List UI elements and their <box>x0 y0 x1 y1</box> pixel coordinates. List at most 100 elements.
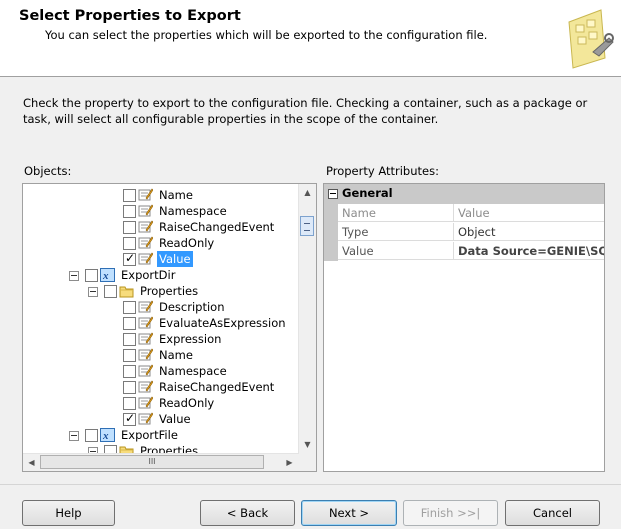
export-wizard-icon <box>568 9 614 69</box>
tree-item-label: Expression <box>159 332 222 346</box>
tree-item-checkbox[interactable]: ✓ <box>123 251 136 266</box>
tree-item-checkbox[interactable] <box>123 189 136 202</box>
tree-item-checkbox[interactable] <box>85 429 98 442</box>
property-row[interactable]: Type Object <box>324 223 604 242</box>
page-subtitle: You can select the properties which will… <box>45 28 488 42</box>
property-icon <box>138 188 154 202</box>
tree-item-checkbox[interactable] <box>123 333 136 346</box>
tree-item-label: Namespace <box>159 364 227 378</box>
property-icon <box>138 252 154 266</box>
scroll-thumb[interactable] <box>300 216 314 236</box>
tree-item[interactable]: Name <box>23 187 297 203</box>
tree-item[interactable]: x ExportFile <box>23 427 297 443</box>
instructions-text: Check the property to export to the conf… <box>23 96 588 126</box>
tree-item-label: ReadOnly <box>159 396 215 410</box>
tree-item-label: Properties <box>140 284 199 298</box>
svg-text:x: x <box>102 270 109 282</box>
collapse-icon[interactable] <box>69 271 79 281</box>
variable-icon: x <box>100 268 115 282</box>
property-value[interactable]: Data Source=GENIE\SQL2008;Initial Catalo… <box>454 242 604 260</box>
tree-item[interactable]: Name <box>23 347 297 363</box>
tree-item[interactable]: ReadOnly <box>23 235 297 251</box>
cancel-button[interactable]: Cancel <box>505 500 600 526</box>
tree-item[interactable]: Description <box>23 299 297 315</box>
help-button[interactable]: Help <box>22 500 115 526</box>
collapse-icon[interactable] <box>328 189 338 199</box>
tree-item-label: Name <box>159 188 193 202</box>
scroll-right-icon[interactable]: ▶ <box>282 455 297 470</box>
property-icon <box>138 236 154 250</box>
tree-item[interactable]: RaiseChangedEvent <box>23 219 297 235</box>
scroll-corner <box>299 454 316 471</box>
checkmark-icon: ✓ <box>125 411 136 425</box>
property-name: Name <box>338 204 454 222</box>
category-general[interactable]: General <box>324 184 604 204</box>
tree-item[interactable]: Expression <box>23 331 297 347</box>
property-value[interactable]: Object <box>454 223 604 241</box>
page-title: Select Properties to Export <box>19 8 241 24</box>
wizard-header: Select Properties to Export You can sele… <box>0 0 621 77</box>
tree-item-label: ReadOnly <box>159 236 215 250</box>
property-name: Value <box>338 242 454 260</box>
tree-item-checkbox[interactable] <box>123 365 136 378</box>
scroll-down-icon[interactable]: ▼ <box>300 437 315 452</box>
checkmark-icon: ✓ <box>125 251 136 265</box>
tree-item-label: EvaluateAsExpression <box>159 316 286 330</box>
property-icon <box>138 332 154 346</box>
tree-item-checkbox[interactable] <box>123 221 136 234</box>
tree-item[interactable]: Properties <box>23 283 297 299</box>
property-row[interactable]: Name Value <box>324 204 604 223</box>
tree-item[interactable]: Namespace <box>23 203 297 219</box>
objects-label: Objects: <box>24 164 72 178</box>
tree-item-checkbox[interactable] <box>123 381 136 394</box>
property-icon <box>138 364 154 378</box>
objects-tree[interactable]: Name Namespace RaiseChangedEvent ReadOnly ✓ V… <box>22 183 317 472</box>
tree-item-checkbox[interactable] <box>123 397 136 410</box>
property-icon <box>138 396 154 410</box>
tree-horizontal-scrollbar[interactable]: ◀ III ▶ <box>23 453 299 471</box>
tree-item-label: RaiseChangedEvent <box>159 380 275 394</box>
property-attributes-label: Property Attributes: <box>326 164 439 178</box>
property-row-margin <box>324 223 338 242</box>
property-value[interactable]: Value <box>454 204 604 222</box>
tree-item[interactable]: RaiseChangedEvent <box>23 379 297 395</box>
tree-item-label: Name <box>159 348 193 362</box>
scroll-left-icon[interactable]: ◀ <box>24 455 39 470</box>
category-label: General <box>342 186 393 200</box>
tree-item[interactable]: x ExportDir <box>23 267 297 283</box>
tree-item-checkbox[interactable] <box>123 205 136 218</box>
horizontal-scroll-thumb[interactable]: III <box>40 455 264 469</box>
tree-item[interactable]: ✓ Value <box>23 251 297 267</box>
variable-icon: x <box>100 428 115 442</box>
next-button[interactable]: Next > <box>301 500 397 526</box>
property-icon <box>138 380 154 394</box>
collapse-icon[interactable] <box>69 431 79 441</box>
tree-item[interactable]: EvaluateAsExpression <box>23 315 297 331</box>
back-button[interactable]: < Back <box>200 500 295 526</box>
tree-item-checkbox[interactable] <box>123 317 136 330</box>
svg-text:x: x <box>102 430 109 442</box>
tree-item[interactable]: ✓ Value <box>23 411 297 427</box>
tree-item-checkbox[interactable] <box>123 237 136 250</box>
property-icon <box>138 412 154 426</box>
tree-item-checkbox[interactable] <box>123 301 136 314</box>
tree-item[interactable]: Namespace <box>23 363 297 379</box>
property-icon <box>138 316 154 330</box>
tree-item-label: ExportFile <box>121 428 178 442</box>
collapse-icon[interactable] <box>88 287 98 297</box>
tree-item-checkbox[interactable] <box>104 285 117 298</box>
tree-item-checkbox[interactable]: ✓ <box>123 411 136 426</box>
tree-item-label: Namespace <box>159 204 227 218</box>
property-icon <box>138 348 154 362</box>
property-icon <box>138 300 154 314</box>
property-row[interactable]: ValueData Source=GENIE\SQL2008;Initial C… <box>324 242 604 261</box>
tree-vertical-scrollbar[interactable]: ▲ ▼ <box>298 184 316 454</box>
tree-item[interactable]: ReadOnly <box>23 395 297 411</box>
folder-icon <box>119 284 134 298</box>
tree-item-checkbox[interactable] <box>123 349 136 362</box>
scroll-up-icon[interactable]: ▲ <box>300 185 315 200</box>
property-grid[interactable]: General Name Value Type Object Value Data Sou… <box>323 183 605 472</box>
finish-button[interactable]: Finish >>| <box>403 500 498 526</box>
footer-separator <box>0 484 621 485</box>
tree-item-checkbox[interactable] <box>85 269 98 282</box>
